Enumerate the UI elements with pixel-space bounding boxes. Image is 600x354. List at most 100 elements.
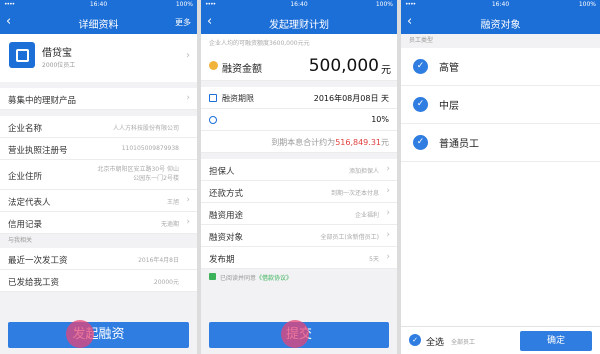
rate-value: 10% bbox=[371, 115, 389, 124]
option-label: 普通员工 bbox=[439, 139, 479, 150]
publish-period-row[interactable]: 发布期 5天 › bbox=[201, 247, 397, 269]
field-label: 融资用途 bbox=[209, 211, 244, 221]
rate-icon bbox=[209, 116, 217, 124]
guarantor-row[interactable]: 担保人 添加担保人 › bbox=[201, 159, 397, 181]
field-value: 全部员工(含新借员工) bbox=[320, 234, 379, 241]
chevron-right-icon: › bbox=[386, 208, 390, 218]
agree-checkbox[interactable] bbox=[209, 273, 216, 280]
products-label: 募集中的理财产品 bbox=[8, 96, 77, 106]
field-label: 已发给我工资 bbox=[8, 278, 60, 288]
check-circle-icon: ✓ bbox=[413, 97, 428, 112]
financing-plan-screen: •••• 16:40 100% ‹ 发起理财计划 企业人均的可融资额度3600,… bbox=[201, 0, 397, 354]
field-value: 到期一次还本付息 bbox=[330, 190, 379, 197]
field-label: 发布期 bbox=[209, 255, 235, 265]
chevron-right-icon: › bbox=[386, 164, 390, 174]
option-middle-manager[interactable]: ✓ 中层 bbox=[401, 86, 600, 124]
confirm-button[interactable]: 确定 bbox=[520, 331, 592, 351]
option-label: 高管 bbox=[439, 63, 459, 74]
status-bar: •••• 16:40 100% bbox=[201, 0, 397, 10]
status-time: 16:40 bbox=[491, 1, 510, 8]
battery-level: 100% bbox=[375, 1, 393, 8]
select-all-label[interactable]: 全选 bbox=[426, 335, 444, 348]
page-title: 详细资料 bbox=[78, 20, 119, 31]
company-detail-screen: •••• 16:40 100% ‹ 详细资料 更多 借贷宝 2000位员工 › … bbox=[0, 0, 197, 354]
check-circle-icon: ✓ bbox=[413, 59, 428, 74]
field-value: 人人方科技股份有限公司 bbox=[112, 125, 179, 132]
field-value: 20000元 bbox=[153, 279, 179, 286]
more-button[interactable]: 更多 bbox=[175, 17, 191, 28]
field-label: 最近一次发工资 bbox=[8, 256, 68, 266]
amount-unit: 元 bbox=[381, 65, 391, 76]
status-bar: •••• 16:40 100% bbox=[0, 0, 197, 10]
company-card[interactable]: 借贷宝 2000位员工 › bbox=[0, 34, 197, 82]
section-header: 与我相关 bbox=[8, 237, 33, 244]
limit-hint: 企业人均的可融资额度3600,000元元 bbox=[201, 34, 397, 51]
date-value: 2016年08月08日 天 bbox=[313, 94, 389, 103]
chevron-right-icon: › bbox=[186, 217, 190, 227]
rate-field[interactable]: 10% bbox=[201, 109, 397, 131]
nav-bar: ‹ 融资对象 bbox=[401, 10, 600, 34]
battery-level: 100% bbox=[578, 1, 596, 8]
field-label: 担保人 bbox=[209, 167, 235, 177]
total-summary: 到期本息合计约为516,849.31元 bbox=[201, 131, 397, 153]
repayment-row[interactable]: 还款方式 到期一次还本付息 › bbox=[201, 181, 397, 203]
field-label: 营业执照注册号 bbox=[8, 146, 68, 156]
status-time: 16:40 bbox=[89, 1, 108, 8]
target-row[interactable]: 融资对象 全部员工(含新借员工) › bbox=[201, 225, 397, 247]
amount-value: 500,000 bbox=[308, 56, 379, 76]
three-phone-screens: •••• 16:40 100% ‹ 详细资料 更多 借贷宝 2000位员工 › … bbox=[0, 0, 600, 354]
page-title: 发起理财计划 bbox=[269, 20, 329, 31]
select-all-check-icon[interactable]: ✓ bbox=[409, 334, 421, 346]
option-label: 中层 bbox=[439, 101, 459, 112]
coin-icon bbox=[209, 61, 218, 70]
field-value: 2016年4月8日 bbox=[138, 257, 179, 264]
page-title: 融资对象 bbox=[480, 20, 521, 31]
chevron-right-icon: › bbox=[186, 50, 190, 61]
purpose-row[interactable]: 融资用途 企业福利 › bbox=[201, 203, 397, 225]
field-row-license: 营业执照注册号 110105009879938 bbox=[0, 138, 197, 160]
option-executive[interactable]: ✓ 高管 bbox=[401, 48, 600, 86]
selected-summary: 全部员工 bbox=[451, 339, 476, 346]
financing-target-screen: •••• 16:40 100% ‹ 融资对象 员工类型 ✓ 高管 ✓ 中层 ✓ … bbox=[401, 0, 600, 354]
products-row[interactable]: 募集中的理财产品 › bbox=[0, 88, 197, 110]
status-bar: •••• 16:40 100% bbox=[401, 0, 600, 10]
empty-area bbox=[401, 162, 600, 329]
field-label: 企业住所 bbox=[8, 172, 43, 182]
battery-level: 100% bbox=[175, 1, 193, 8]
status-time: 16:40 bbox=[290, 1, 308, 8]
field-row-address: 企业住所 北京市朝阳区安立路30号 仰山公园东一门2号楼 bbox=[0, 160, 197, 190]
field-value: 王旭 bbox=[166, 199, 179, 206]
field-value: 北京市朝阳区安立路30号 仰山公园东一门2号楼 bbox=[97, 166, 179, 182]
tap-indicator bbox=[281, 320, 309, 348]
field-label: 还款方式 bbox=[209, 189, 244, 199]
nav-bar: ‹ 详细资料 更多 bbox=[0, 10, 197, 34]
field-row-credit[interactable]: 信用记录 无逾期 › bbox=[0, 212, 197, 234]
total-value: 516,849.31 bbox=[335, 138, 381, 147]
option-regular-employee[interactable]: ✓ 普通员工 bbox=[401, 124, 600, 162]
field-label: 企业名称 bbox=[8, 124, 43, 134]
amount-field[interactable]: 融资金额 500,000 元 bbox=[201, 51, 397, 81]
company-name: 借贷宝 bbox=[42, 48, 72, 59]
field-value: 添加担保人 bbox=[348, 168, 379, 175]
bottom-action-bar: ✓ 全选 全部员工 确定 bbox=[401, 326, 600, 354]
chevron-right-icon: › bbox=[186, 195, 190, 205]
field-label: 信用记录 bbox=[8, 220, 43, 230]
chevron-right-icon: › bbox=[386, 252, 390, 262]
date-field[interactable]: 融资期限 2016年08月08日 天 bbox=[201, 87, 397, 109]
agreement-row[interactable]: 已阅读并同意《借款协议》 bbox=[201, 269, 397, 285]
related-row-last-pay: 最近一次发工资 2016年4月8日 bbox=[0, 248, 197, 270]
amount-label: 融资金额 bbox=[222, 64, 262, 75]
tap-indicator bbox=[66, 320, 94, 348]
start-financing-button[interactable]: 发起融资 bbox=[8, 322, 189, 348]
total-prefix: 到期本息合计约为 bbox=[271, 138, 336, 147]
agree-text: 已阅读并同意 bbox=[220, 275, 257, 282]
field-value: 110105009879938 bbox=[121, 145, 179, 152]
field-value: 企业福利 bbox=[354, 212, 379, 219]
agreement-link[interactable]: 《借款协议》 bbox=[256, 275, 292, 282]
field-row-legal-rep[interactable]: 法定代表人 王旭 › bbox=[0, 190, 197, 212]
field-row-company-name: 企业名称 人人方科技股份有限公司 bbox=[0, 116, 197, 138]
company-logo-icon bbox=[9, 42, 35, 68]
company-employee-count: 2000位员工 bbox=[42, 62, 76, 69]
chevron-right-icon: › bbox=[386, 230, 390, 240]
calendar-icon bbox=[209, 94, 217, 102]
